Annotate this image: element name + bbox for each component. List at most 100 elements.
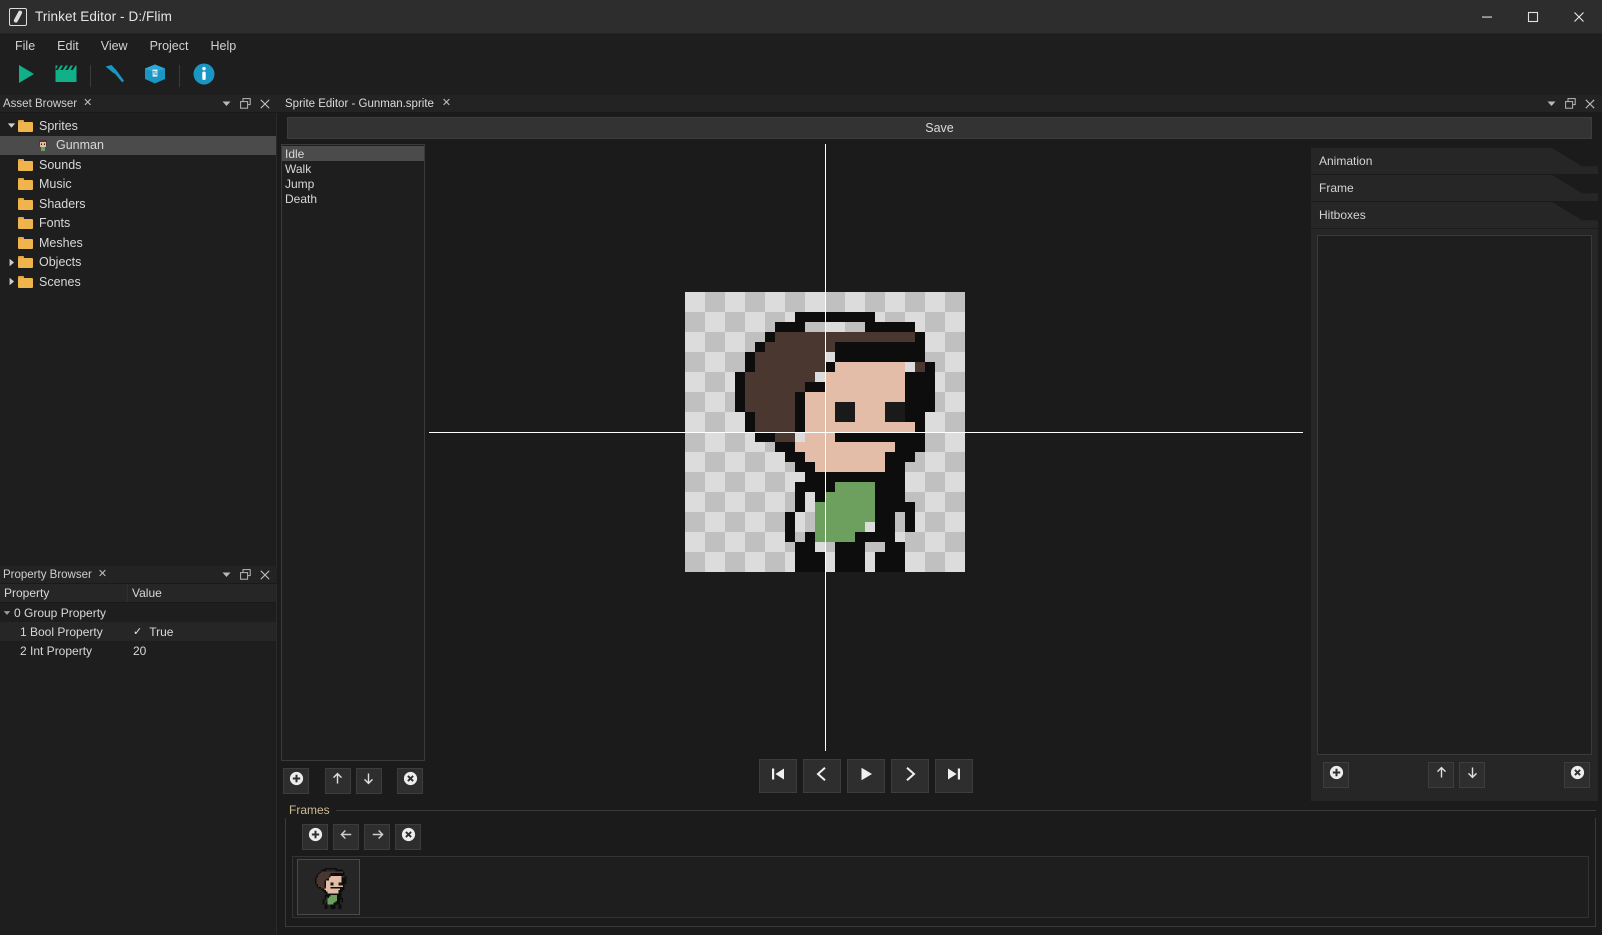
frames-legend: Frames bbox=[285, 801, 1596, 818]
asset-browser-float-icon[interactable] bbox=[240, 98, 251, 109]
asset-browser-close-icon[interactable] bbox=[260, 98, 270, 109]
animation-item-death[interactable]: Death bbox=[282, 191, 424, 206]
tree-item-fonts[interactable]: Fonts bbox=[0, 214, 276, 234]
inspector-section-frame[interactable]: Frame bbox=[1311, 175, 1598, 201]
menu-edit[interactable]: Edit bbox=[46, 36, 90, 56]
move-hitbox-up-button[interactable] bbox=[1428, 762, 1454, 788]
column-header-value: Value bbox=[132, 586, 162, 601]
save-button[interactable]: Save bbox=[287, 117, 1592, 139]
minimize-icon[interactable] bbox=[1464, 0, 1510, 34]
menu-file[interactable]: File bbox=[4, 36, 46, 56]
tree-item-gunman[interactable]: Gunman bbox=[0, 135, 276, 155]
maximize-icon[interactable] bbox=[1510, 0, 1556, 34]
tab-label: Sprite Editor - Gunman.sprite bbox=[285, 97, 434, 110]
property-browser-menu-icon[interactable] bbox=[222, 570, 231, 579]
play-button[interactable] bbox=[847, 759, 885, 793]
menu-view[interactable]: View bbox=[90, 36, 139, 56]
add-animation-button[interactable] bbox=[283, 768, 309, 794]
tab-sprite-editor[interactable]: Sprite Editor - Gunman.sprite ✕ bbox=[277, 95, 459, 113]
property-browser-close-icon[interactable] bbox=[260, 570, 270, 580]
menu-help[interactable]: Help bbox=[199, 36, 247, 56]
play-icon bbox=[857, 765, 875, 788]
frames-strip[interactable] bbox=[292, 856, 1589, 918]
window-controls bbox=[1464, 0, 1602, 34]
frame-thumbnail-0[interactable] bbox=[297, 859, 360, 915]
asset-tree[interactable]: Sprites Gunman Sounds Music Shaders Font… bbox=[0, 113, 277, 567]
asset-browser-menu-icon[interactable] bbox=[222, 99, 231, 108]
move-hitbox-down-button[interactable] bbox=[1459, 762, 1485, 788]
skip-to-end-button[interactable] bbox=[935, 759, 973, 793]
build-button[interactable] bbox=[95, 59, 135, 93]
asset-browser-tab-close-icon[interactable]: ✕ bbox=[83, 98, 92, 109]
plus-circle-icon bbox=[308, 827, 323, 847]
tree-item-objects[interactable]: Objects bbox=[0, 253, 276, 273]
property-browser-float-icon[interactable] bbox=[240, 569, 251, 580]
table-row[interactable]: 1 Bool Property ✓ True bbox=[0, 622, 276, 642]
property-value-cell[interactable]: ✓ True bbox=[128, 622, 276, 641]
move-frame-left-button[interactable] bbox=[333, 824, 359, 850]
previous-frame-button[interactable] bbox=[803, 759, 841, 793]
arrow-up-icon bbox=[330, 771, 345, 791]
hammer-icon bbox=[103, 63, 127, 90]
property-table[interactable]: Property Value 0 Group Property 1 Bool P… bbox=[0, 584, 277, 661]
title-bar: Trinket Editor - D:/Flim bbox=[0, 0, 1602, 34]
skip-start-icon bbox=[769, 765, 787, 788]
scene-button[interactable] bbox=[46, 59, 86, 93]
delete-frame-button[interactable] bbox=[395, 824, 421, 850]
move-animation-up-button[interactable] bbox=[324, 768, 351, 794]
inspector-section-hitboxes[interactable]: Hitboxes bbox=[1311, 202, 1598, 228]
toolbar-separator-2 bbox=[179, 65, 180, 87]
delete-animation-button[interactable] bbox=[397, 768, 423, 794]
animation-item-jump[interactable]: Jump bbox=[282, 176, 424, 191]
tree-item-scenes[interactable]: Scenes bbox=[0, 272, 276, 292]
chevron-left-icon bbox=[813, 765, 831, 788]
plus-circle-icon bbox=[289, 771, 304, 791]
chevron-down-icon[interactable] bbox=[4, 121, 18, 130]
skip-to-start-button[interactable] bbox=[759, 759, 797, 793]
add-hitbox-button[interactable] bbox=[1323, 762, 1349, 788]
hitbox-list[interactable] bbox=[1317, 235, 1592, 755]
tab-close-icon[interactable]: ✕ bbox=[442, 98, 451, 109]
menu-project[interactable]: Project bbox=[139, 36, 200, 56]
animation-item-walk[interactable]: Walk bbox=[282, 161, 424, 176]
close-icon[interactable] bbox=[1556, 0, 1602, 34]
property-browser-tab-close-icon[interactable]: ✕ bbox=[98, 569, 107, 580]
tree-item-sprites[interactable]: Sprites bbox=[0, 116, 276, 136]
package-icon bbox=[143, 63, 167, 90]
chevron-right-icon[interactable] bbox=[4, 258, 18, 267]
property-value-cell[interactable]: 20 bbox=[128, 641, 276, 660]
package-button[interactable] bbox=[135, 59, 175, 93]
bool-checkbox[interactable]: ✓ bbox=[133, 625, 142, 638]
asset-browser-title: Asset Browser bbox=[3, 97, 78, 110]
add-frame-button[interactable] bbox=[302, 824, 328, 850]
editor-menu-icon[interactable] bbox=[1547, 99, 1556, 108]
tree-item-meshes[interactable]: Meshes bbox=[0, 233, 276, 253]
tree-item-sounds[interactable]: Sounds bbox=[0, 155, 276, 175]
editor-close-icon[interactable] bbox=[1585, 98, 1595, 109]
editor-float-icon[interactable] bbox=[1565, 98, 1576, 109]
next-frame-button[interactable] bbox=[891, 759, 929, 793]
chevron-down-icon[interactable] bbox=[0, 609, 14, 617]
table-row[interactable]: 2 Int Property 20 bbox=[0, 641, 276, 660]
toolbar-separator-1 bbox=[90, 65, 91, 87]
property-value-cell[interactable] bbox=[128, 603, 276, 622]
frames-box bbox=[285, 818, 1596, 927]
run-button[interactable] bbox=[6, 59, 46, 93]
animation-item-idle[interactable]: Idle bbox=[282, 146, 424, 161]
inspector-column: Animation Frame Hitboxes bbox=[1307, 142, 1602, 801]
frame-thumbnail-sprite bbox=[314, 868, 346, 909]
delete-hitbox-button[interactable] bbox=[1564, 762, 1590, 788]
sprite-canvas[interactable] bbox=[429, 144, 1303, 751]
info-button[interactable] bbox=[184, 59, 224, 93]
tree-item-music[interactable]: Music bbox=[0, 175, 276, 195]
move-animation-down-button[interactable] bbox=[355, 768, 382, 794]
play-icon bbox=[15, 63, 37, 90]
table-row[interactable]: 0 Group Property bbox=[0, 603, 276, 622]
animation-list[interactable]: Idle Walk Jump Death bbox=[281, 144, 425, 761]
chevron-right-icon[interactable] bbox=[4, 277, 18, 286]
inspector-section-animation[interactable]: Animation bbox=[1311, 148, 1598, 174]
frames-toolbar bbox=[292, 824, 1589, 856]
move-frame-right-button[interactable] bbox=[364, 824, 390, 850]
animation-toolbar bbox=[281, 761, 425, 801]
tree-item-shaders[interactable]: Shaders bbox=[0, 194, 276, 214]
